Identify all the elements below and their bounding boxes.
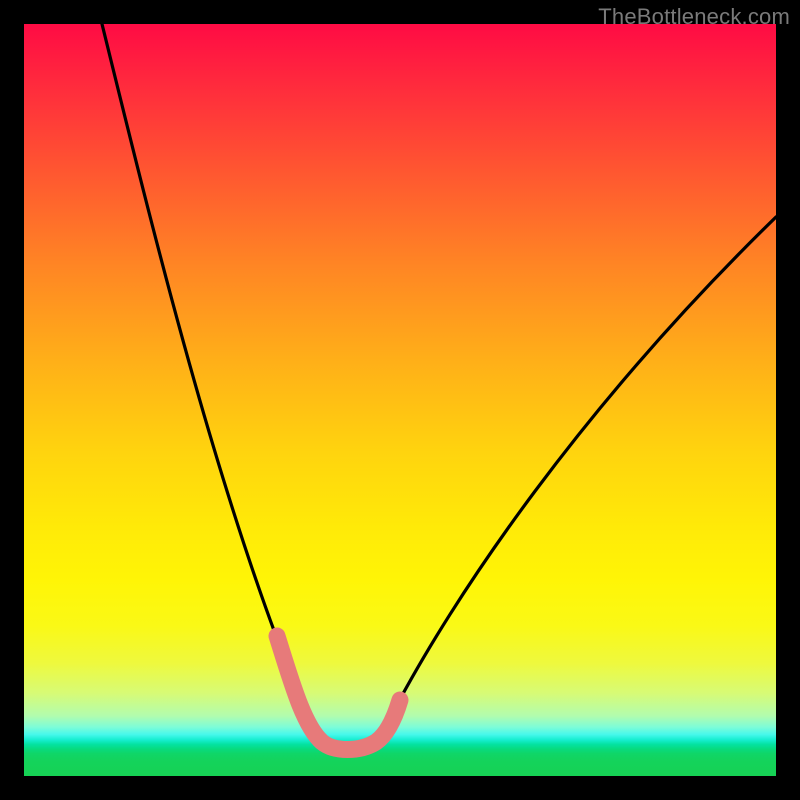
- watermark-text: TheBottleneck.com: [598, 4, 790, 30]
- bottleneck-curve: [102, 24, 776, 747]
- plot-frame: [24, 24, 776, 776]
- highlight-segment: [277, 636, 400, 750]
- plot-svg: [24, 24, 776, 776]
